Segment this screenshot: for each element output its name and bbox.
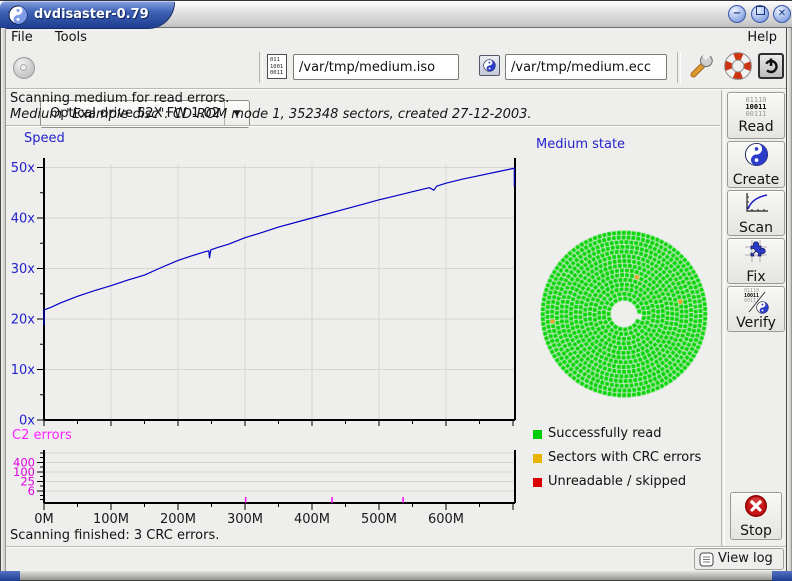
svg-text:20x: 20x — [11, 313, 36, 328]
title-bar: dvdisaster-0.79 − ✕ — [0, 0, 792, 28]
view-log-button[interactable]: View log — [694, 548, 784, 570]
svg-text:200M: 200M — [160, 512, 196, 527]
svg-text:6: 6 — [28, 484, 35, 498]
menu-file[interactable]: File — [2, 29, 42, 46]
stop-button[interactable]: Stop — [730, 492, 782, 540]
minimize-icon: − — [733, 8, 741, 19]
puzzle-piece-icon — [743, 238, 769, 268]
iso-file-input[interactable] — [293, 54, 459, 80]
toolbar: Optical drive 52X FW 1.02 ▼ 01110010011 — [0, 47, 792, 88]
svg-text:100: 100 — [13, 465, 35, 479]
legend-swatch-red — [533, 478, 542, 487]
speed-graph-icon — [743, 191, 769, 219]
svg-text:400M: 400M — [294, 512, 330, 527]
svg-text:25: 25 — [20, 475, 35, 489]
app-logo-yinyang-icon — [8, 5, 28, 25]
legend-label: Successfully read — [548, 426, 661, 441]
svg-text:0x: 0x — [19, 414, 35, 429]
view-log-label: View log — [718, 551, 773, 566]
create-button-label: Create — [733, 172, 780, 188]
finished-status-line: Scanning finished: 3 CRC errors. — [10, 528, 219, 543]
toolbar-divider — [0, 88, 792, 90]
c2-errors-title: C2 errors — [12, 428, 72, 443]
legend-swatch-amber — [533, 454, 542, 463]
legend-swatch-green — [533, 430, 542, 439]
red-cross-circle-icon — [744, 494, 768, 522]
fix-button-label: Fix — [746, 269, 765, 285]
svg-text:500M: 500M — [361, 512, 397, 527]
scan-button[interactable]: Scan — [727, 190, 785, 236]
read-button[interactable]: 01110 10011 00111 Read — [727, 92, 785, 139]
verify-button-label: Verify — [736, 315, 776, 331]
svg-text:40x: 40x — [11, 212, 36, 227]
svg-text:10x: 10x — [11, 363, 36, 378]
menu-tools[interactable]: Tools — [46, 29, 96, 46]
read-button-label: Read — [738, 119, 773, 135]
svg-text:100M: 100M — [93, 512, 129, 527]
menu-bar: File Tools Help — [0, 29, 792, 47]
close-icon: ✕ — [778, 8, 786, 19]
footer-divider — [6, 546, 786, 548]
medium-state-disc-map — [536, 226, 712, 402]
create-button[interactable]: Create — [727, 141, 785, 188]
close-button[interactable]: ✕ — [773, 5, 791, 23]
scan-status-line: Scanning medium for read errors. — [10, 91, 229, 106]
menu-help[interactable]: Help — [738, 29, 786, 46]
legend-item-unreadable: Unreadable / skipped — [533, 474, 723, 492]
speed-chart-title: Speed — [24, 131, 65, 146]
preferences-wrench-icon[interactable] — [686, 51, 716, 83]
stop-button-label: Stop — [740, 523, 772, 539]
legend-item-crc: Sectors with CRC errors — [533, 450, 723, 468]
window-border-left — [0, 28, 6, 571]
toolbar-separator — [259, 52, 263, 83]
ecc-file-icon — [479, 55, 500, 76]
legend-label: Unreadable / skipped — [548, 474, 686, 489]
binary-vs-yinyang-icon: 01110 10011 00111 — [743, 288, 769, 314]
window-title: dvdisaster-0.79 — [34, 1, 149, 28]
legend-label: Sectors with CRC errors — [548, 450, 701, 465]
cd-disc-icon — [13, 57, 35, 79]
svg-text:30x: 30x — [11, 262, 36, 277]
quit-power-icon[interactable] — [758, 53, 784, 79]
window-corner-left — [0, 571, 20, 581]
yin-yang-icon — [744, 142, 769, 171]
svg-text:400: 400 — [13, 456, 35, 470]
svg-text:0M: 0M — [34, 512, 54, 527]
svg-text:50x: 50x — [11, 161, 36, 176]
header-divider — [6, 125, 720, 127]
window-corner-right — [772, 571, 792, 581]
help-lifesaver-icon[interactable] — [723, 51, 753, 83]
svg-text:600M: 600M — [428, 512, 464, 527]
medium-info-line: Medium "Example disc": CD-ROM mode 1, 35… — [10, 107, 532, 122]
toolbar-separator — [677, 52, 681, 83]
window-border-bottom — [0, 571, 792, 581]
ecc-file-input[interactable] — [505, 54, 667, 80]
log-list-icon — [699, 552, 714, 571]
window-border-right — [786, 28, 792, 571]
legend-item-ok: Successfully read — [533, 426, 723, 444]
minimize-button[interactable]: − — [728, 5, 746, 23]
svg-text:300M: 300M — [227, 512, 263, 527]
verify-button[interactable]: 01110 10011 00111 Verify — [727, 286, 785, 332]
sidebar-divider — [721, 90, 725, 547]
app-window: dvdisaster-0.79 − ✕ File Tools Help Opti… — [0, 0, 792, 581]
medium-state-title: Medium state — [536, 137, 625, 152]
maximize-icon — [756, 6, 765, 15]
iso-image-icon: 01110010011 — [267, 54, 287, 79]
binary-text-icon: 01110 10011 00111 — [745, 97, 766, 118]
scan-button-label: Scan — [739, 220, 773, 236]
fix-button[interactable]: Fix — [727, 238, 785, 284]
maximize-button[interactable] — [751, 5, 769, 23]
